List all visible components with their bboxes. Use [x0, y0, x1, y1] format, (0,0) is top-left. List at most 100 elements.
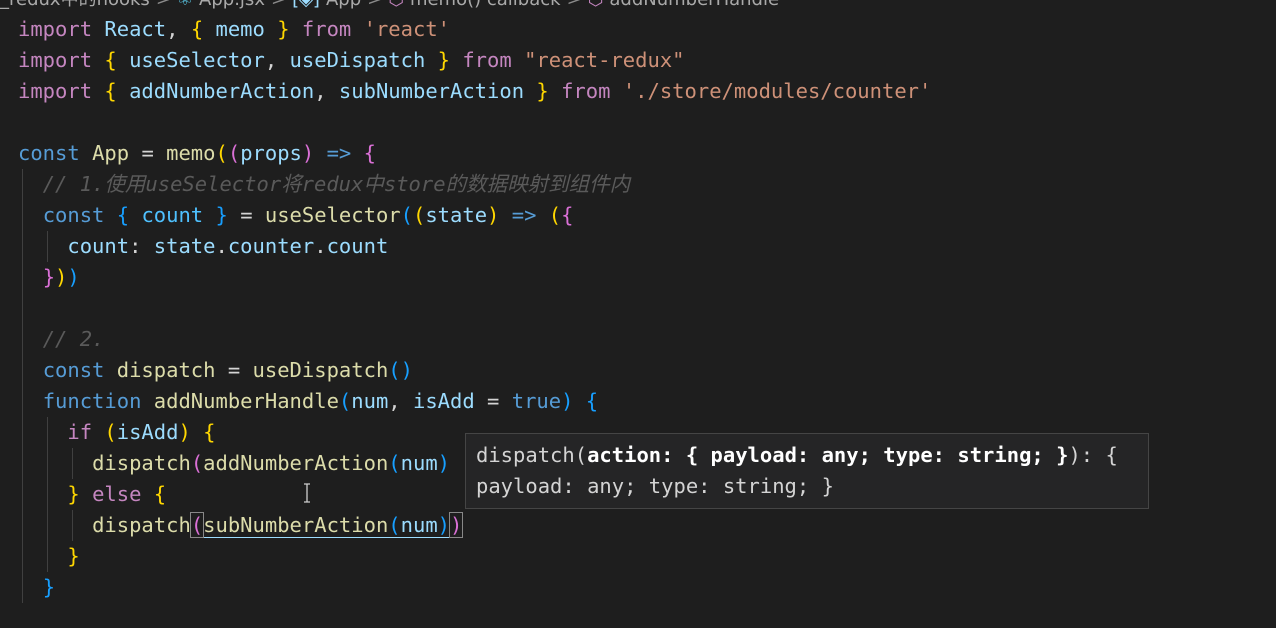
code-line[interactable]: const dispatch = useDispatch()	[18, 355, 931, 386]
keyword: from	[561, 79, 611, 103]
code-line-empty[interactable]	[18, 107, 931, 138]
bracket: (	[388, 451, 401, 475]
code-line[interactable]: // 2.	[18, 324, 931, 355]
indent-guide	[22, 231, 23, 262]
punctuation: ,	[314, 79, 327, 103]
code-line[interactable]: count: state.counter.count	[18, 231, 931, 262]
breadcrumb-item-file[interactable]: App.jsx	[199, 0, 265, 12]
operator: =	[141, 141, 154, 165]
code-area[interactable]: import React, { memo } from 'react' impo…	[18, 14, 931, 603]
indent-guide	[22, 355, 23, 386]
bracket: (	[548, 203, 562, 227]
indent-guide	[47, 541, 48, 572]
operator: =	[240, 203, 253, 227]
indent-guide	[22, 386, 23, 417]
bracket: )	[55, 265, 68, 289]
code-line-empty[interactable]	[18, 293, 931, 324]
indent-guide	[22, 324, 23, 355]
string: './store/modules/counter'	[622, 79, 932, 103]
identifier: count	[141, 203, 204, 227]
bracket: {	[561, 203, 574, 227]
bracket: (	[400, 203, 413, 227]
code-line[interactable]: }	[18, 541, 931, 572]
identifier: state	[153, 234, 216, 258]
bracket: (	[190, 451, 204, 475]
breadcrumb-separator: >	[271, 0, 286, 12]
breadcrumb-item-memo[interactable]: memo() callback	[410, 0, 561, 12]
breadcrumb-item-folder[interactable]: _redux中的hooks	[0, 0, 150, 12]
bracket: }	[277, 17, 290, 41]
bracket: (	[227, 141, 241, 165]
bracket: }	[215, 203, 228, 227]
boolean-literal: true	[511, 389, 562, 413]
operator: =>	[511, 203, 537, 227]
operator: =>	[326, 141, 352, 165]
code-editor[interactable]: _redux中的hooks > ⚛ App.jsx > [◈] App > ⬡ memo() ca…	[0, 0, 1276, 628]
parameter: isAdd	[412, 389, 475, 413]
indent-guide	[22, 417, 23, 448]
operator: =	[487, 389, 500, 413]
identifier: useDispatch	[289, 48, 426, 72]
code-line[interactable]: const { count } = useSelector((state) =>…	[18, 200, 931, 231]
property: counter	[227, 234, 315, 258]
code-line[interactable]: const App = memo((props) => {	[18, 138, 931, 169]
code-line[interactable]: import { useSelector, useDispatch } from…	[18, 45, 931, 76]
parameter: num	[400, 451, 438, 475]
bracket: {	[153, 482, 167, 506]
punctuation: :	[129, 234, 142, 258]
code-line[interactable]: function addNumberHandle(num, isAdd = tr…	[18, 386, 931, 417]
breadcrumb: _redux中的hooks > ⚛ App.jsx > [◈] App > ⬡ memo() ca…	[0, 0, 779, 12]
bracket: {	[203, 420, 216, 444]
bracket: (	[189, 512, 205, 538]
keyword: const	[42, 358, 105, 382]
string: 'react'	[363, 17, 451, 41]
code-line-active[interactable]: dispatch(subNumberAction(num))	[18, 510, 931, 541]
keyword: if	[67, 420, 93, 444]
indent-guide	[22, 262, 23, 293]
function-name: subNumberAction	[203, 513, 389, 538]
breadcrumb-item-app[interactable]: App	[326, 0, 361, 12]
operator: =	[227, 358, 241, 382]
bracket: )	[178, 420, 191, 444]
bracket: )	[437, 451, 451, 475]
parameter: state	[425, 203, 488, 227]
breadcrumb-item-handler[interactable]: addNumberHandle	[609, 0, 779, 12]
breadcrumb-separator: >	[367, 0, 382, 12]
keyword: const	[42, 203, 105, 227]
bracket: }	[437, 48, 450, 72]
code-line[interactable]: import { addNumberAction, subNumberActio…	[18, 76, 931, 107]
code-line[interactable]: }	[18, 572, 931, 603]
code-line[interactable]: }))	[18, 262, 931, 293]
keyword: else	[92, 482, 142, 506]
punctuation: .	[215, 234, 228, 258]
identifier: memo	[215, 17, 265, 41]
parameter: num	[400, 513, 438, 538]
signature-hover-tooltip: dispatch(action: { payload: any; type: s…	[465, 433, 1149, 509]
bracket: {	[104, 48, 117, 72]
function-name: addNumberAction	[203, 451, 389, 475]
bracket: {	[363, 141, 376, 165]
breadcrumb-separator: >	[567, 0, 582, 12]
bracket: }	[536, 79, 549, 103]
comment: // 2.	[42, 327, 105, 351]
punctuation: .	[314, 234, 327, 258]
bracket: (	[215, 141, 228, 165]
code-line[interactable]: import React, { memo } from 'react'	[18, 14, 931, 45]
indent-guide	[22, 448, 23, 479]
keyword: import	[18, 17, 93, 41]
keyword: from	[462, 48, 512, 72]
breadcrumb-separator: >	[156, 0, 171, 12]
bracket: {	[585, 389, 599, 413]
comment: // 1.使用useSelector将redux中store的数据映射到组件内	[42, 172, 631, 196]
bracket: (	[104, 420, 117, 444]
identifier: isAdd	[116, 420, 179, 444]
code-line[interactable]: // 1.使用useSelector将redux中store的数据映射到组件内	[18, 169, 931, 200]
react-icon: ⚛	[177, 0, 193, 12]
keyword: import	[18, 79, 93, 103]
bracket: )	[301, 141, 315, 165]
indent-guide	[22, 200, 23, 231]
function-name: useSelector	[264, 203, 401, 227]
indent-guide	[22, 169, 23, 200]
function-name: dispatch	[92, 451, 191, 475]
bracket: )	[67, 265, 80, 289]
